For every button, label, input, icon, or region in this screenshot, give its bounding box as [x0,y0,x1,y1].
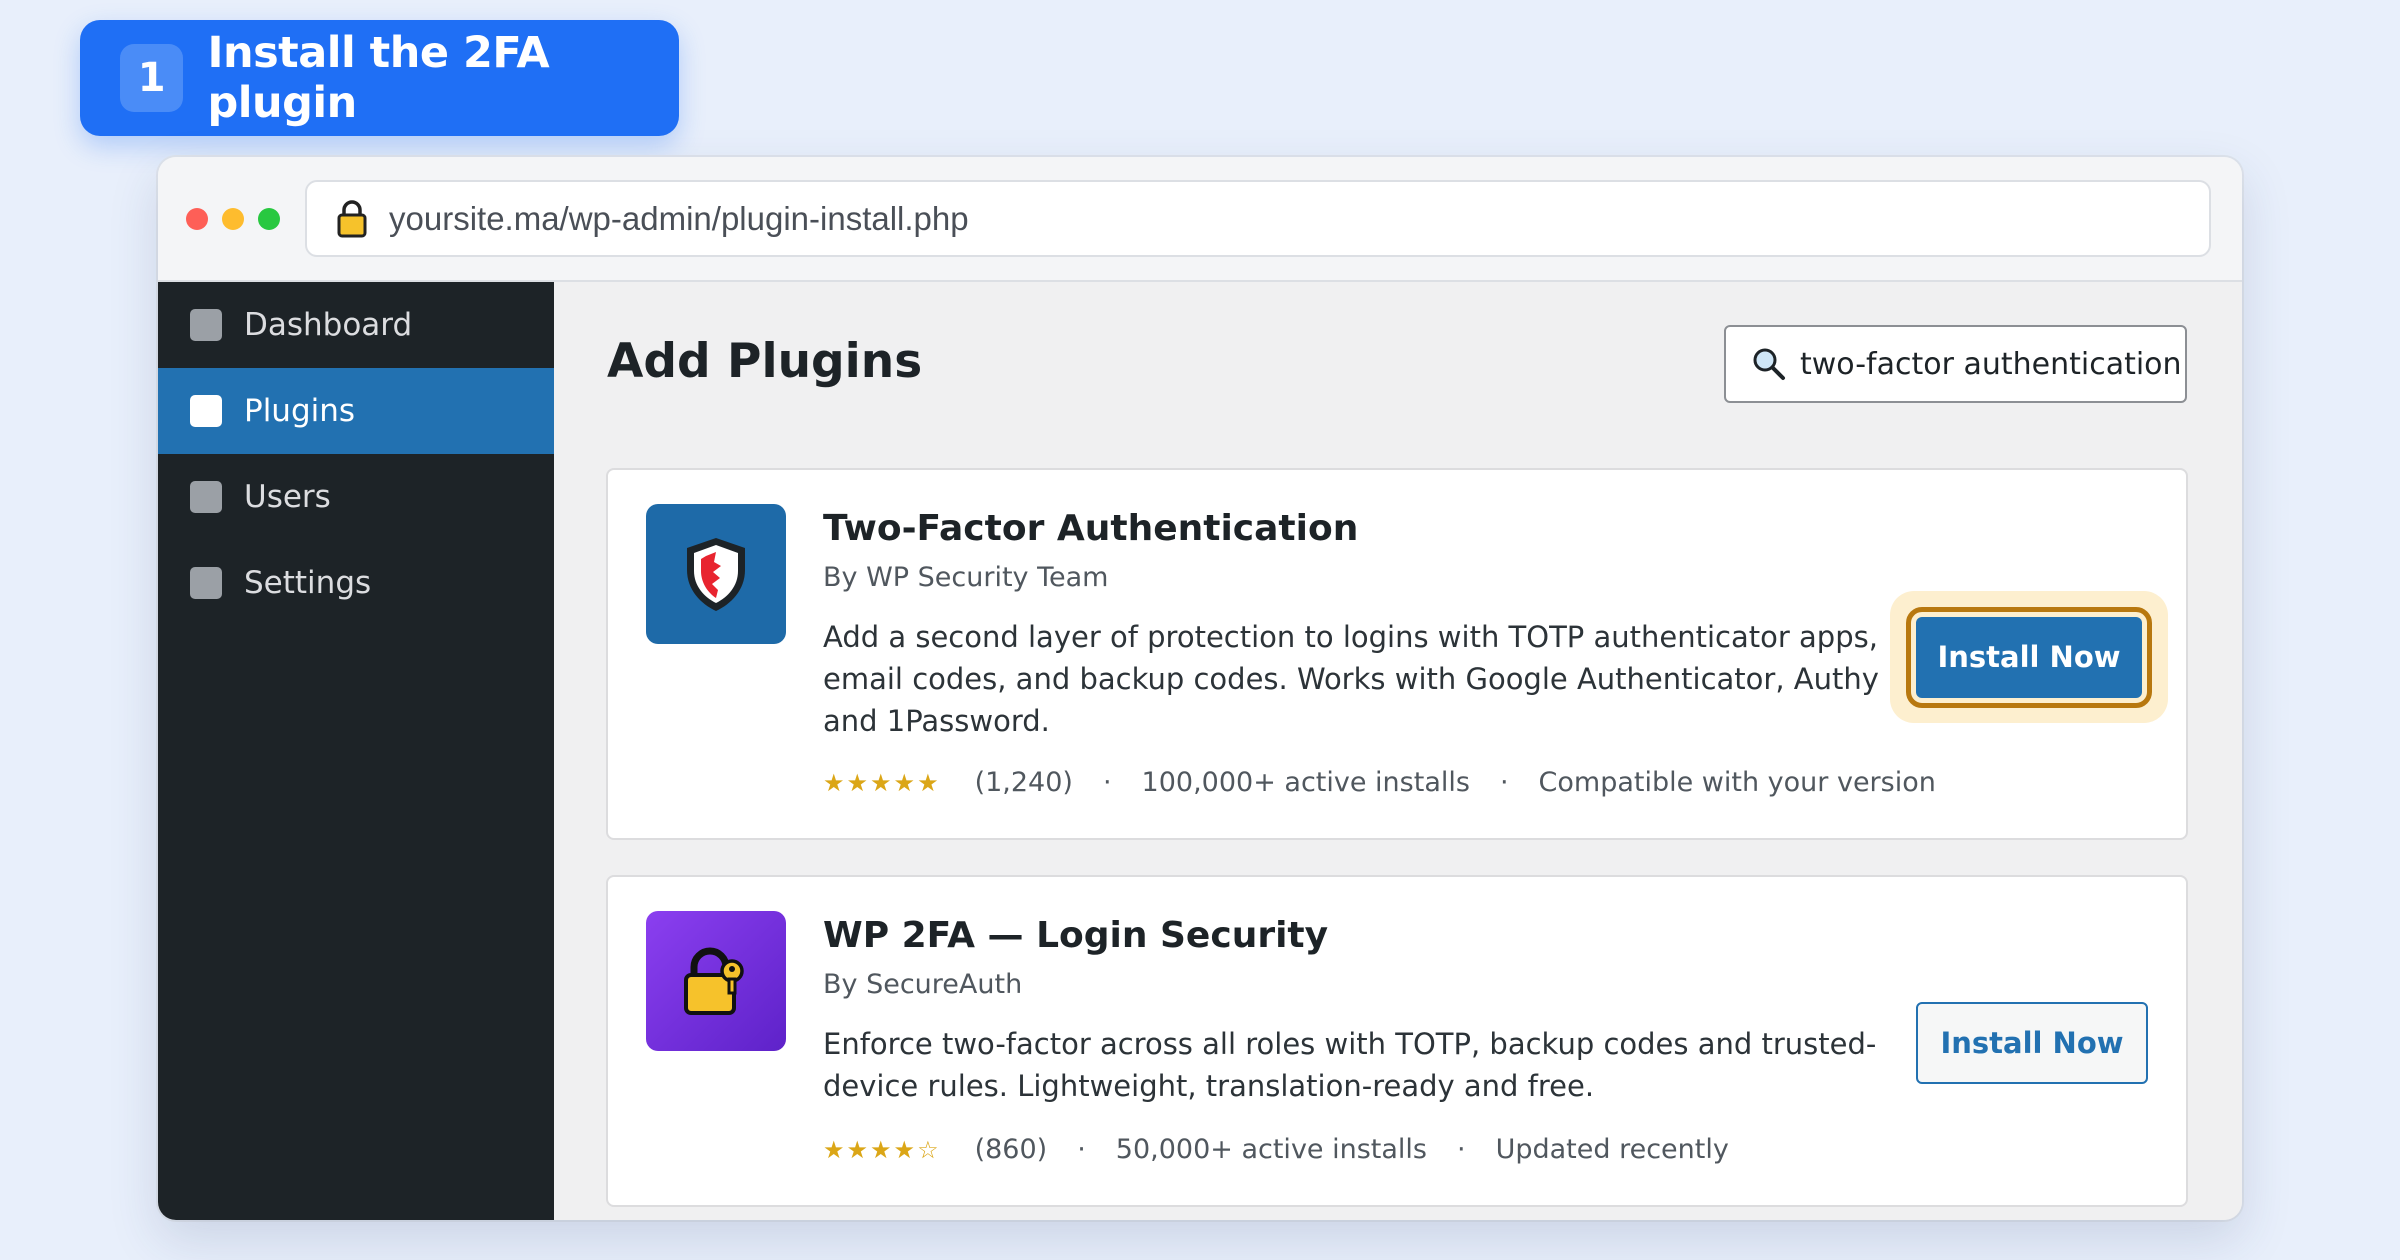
browser-chrome: yoursite.ma/wp-admin/plugin-install.php [158,157,2242,282]
highlight-ring: Install Now [1906,606,2152,708]
plugin-card: Two-Factor Authentication By WP Security… [606,468,2188,840]
padlock-key-icon [646,911,786,1051]
install-now-button[interactable]: Install Now [1916,616,2142,698]
plugin-author: By WP Security Team [823,562,1109,593]
step-title: Install the 2FA plugin [207,28,550,128]
step-number: 1 [120,44,184,112]
rating-stars: ★★★★★ [823,768,941,797]
sidebar-item-dashboard[interactable]: Dashboard [158,282,554,368]
search-query: two-factor authentication [1800,346,2182,382]
shield-icon [646,504,786,644]
address-bar[interactable]: yoursite.ma/wp-admin/plugin-install.php [305,180,2211,257]
updated-note: Updated recently [1495,1134,1729,1165]
sidebar-item-settings[interactable]: Settings [158,540,554,626]
plugin-name[interactable]: Two-Factor Authentication [823,508,1358,549]
plugins-icon [190,395,222,427]
active-installs: 100,000+ active installs [1141,767,1470,798]
plugin-search-input[interactable]: two-factor authentication [1724,325,2187,403]
lock-icon [337,199,367,237]
maximize-window-dot[interactable] [258,208,280,230]
plugin-meta: ★★★★★ (1,240) · 100,000+ active installs… [823,767,1936,798]
close-window-dot[interactable] [186,208,208,230]
sidebar-item-label: Dashboard [244,307,413,343]
search-icon [1753,348,1785,380]
meta-separator: · [1077,1134,1086,1165]
dashboard-icon [190,309,222,341]
compat-note: Compatible with your version [1538,767,1936,798]
step-banner: 1 Install the 2FA plugin [80,20,679,136]
meta-separator: · [1102,767,1112,798]
sidebar-item-users[interactable]: Users [158,454,554,540]
meta-separator: · [1457,1134,1466,1165]
rating-count: (860) [974,1134,1048,1165]
main-content: Add Plugins two-factor authentication Tw… [554,282,2242,1220]
plugin-description: Add a second layer of protection to logi… [823,620,1879,739]
sidebar-item-plugins[interactable]: Plugins [158,368,554,454]
plugin-meta: ★★★★☆ (860) · 50,000+ active installs · … [823,1134,1729,1165]
page-title: Add Plugins [607,334,923,389]
plugin-description: Enforce two-factor across all roles with… [823,1027,1877,1104]
meta-separator: · [1499,767,1509,798]
active-installs: 50,000+ active installs [1115,1134,1427,1165]
plugin-card: WP 2FA — Login Security By SecureAuth En… [606,875,2188,1207]
plugin-name[interactable]: WP 2FA — Login Security [823,915,1328,956]
settings-icon [190,567,222,599]
install-now-button[interactable]: Install Now [1916,1002,2148,1084]
install-button-highlight: Install Now [1890,591,2168,723]
browser-window: yoursite.ma/wp-admin/plugin-install.php … [158,157,2242,1220]
minimize-window-dot[interactable] [222,208,244,230]
admin-sidebar: Dashboard Plugins Users Settings [158,282,554,1220]
rating-count: (1,240) [974,767,1073,798]
rating-stars: ★★★★☆ [823,1135,941,1164]
plugin-author: By SecureAuth [823,969,1023,1000]
sidebar-item-label: Plugins [244,393,356,429]
users-icon [190,481,222,513]
sidebar-item-label: Settings [244,565,372,601]
url-text: yoursite.ma/wp-admin/plugin-install.php [389,199,969,237]
sidebar-item-label: Users [244,479,331,515]
